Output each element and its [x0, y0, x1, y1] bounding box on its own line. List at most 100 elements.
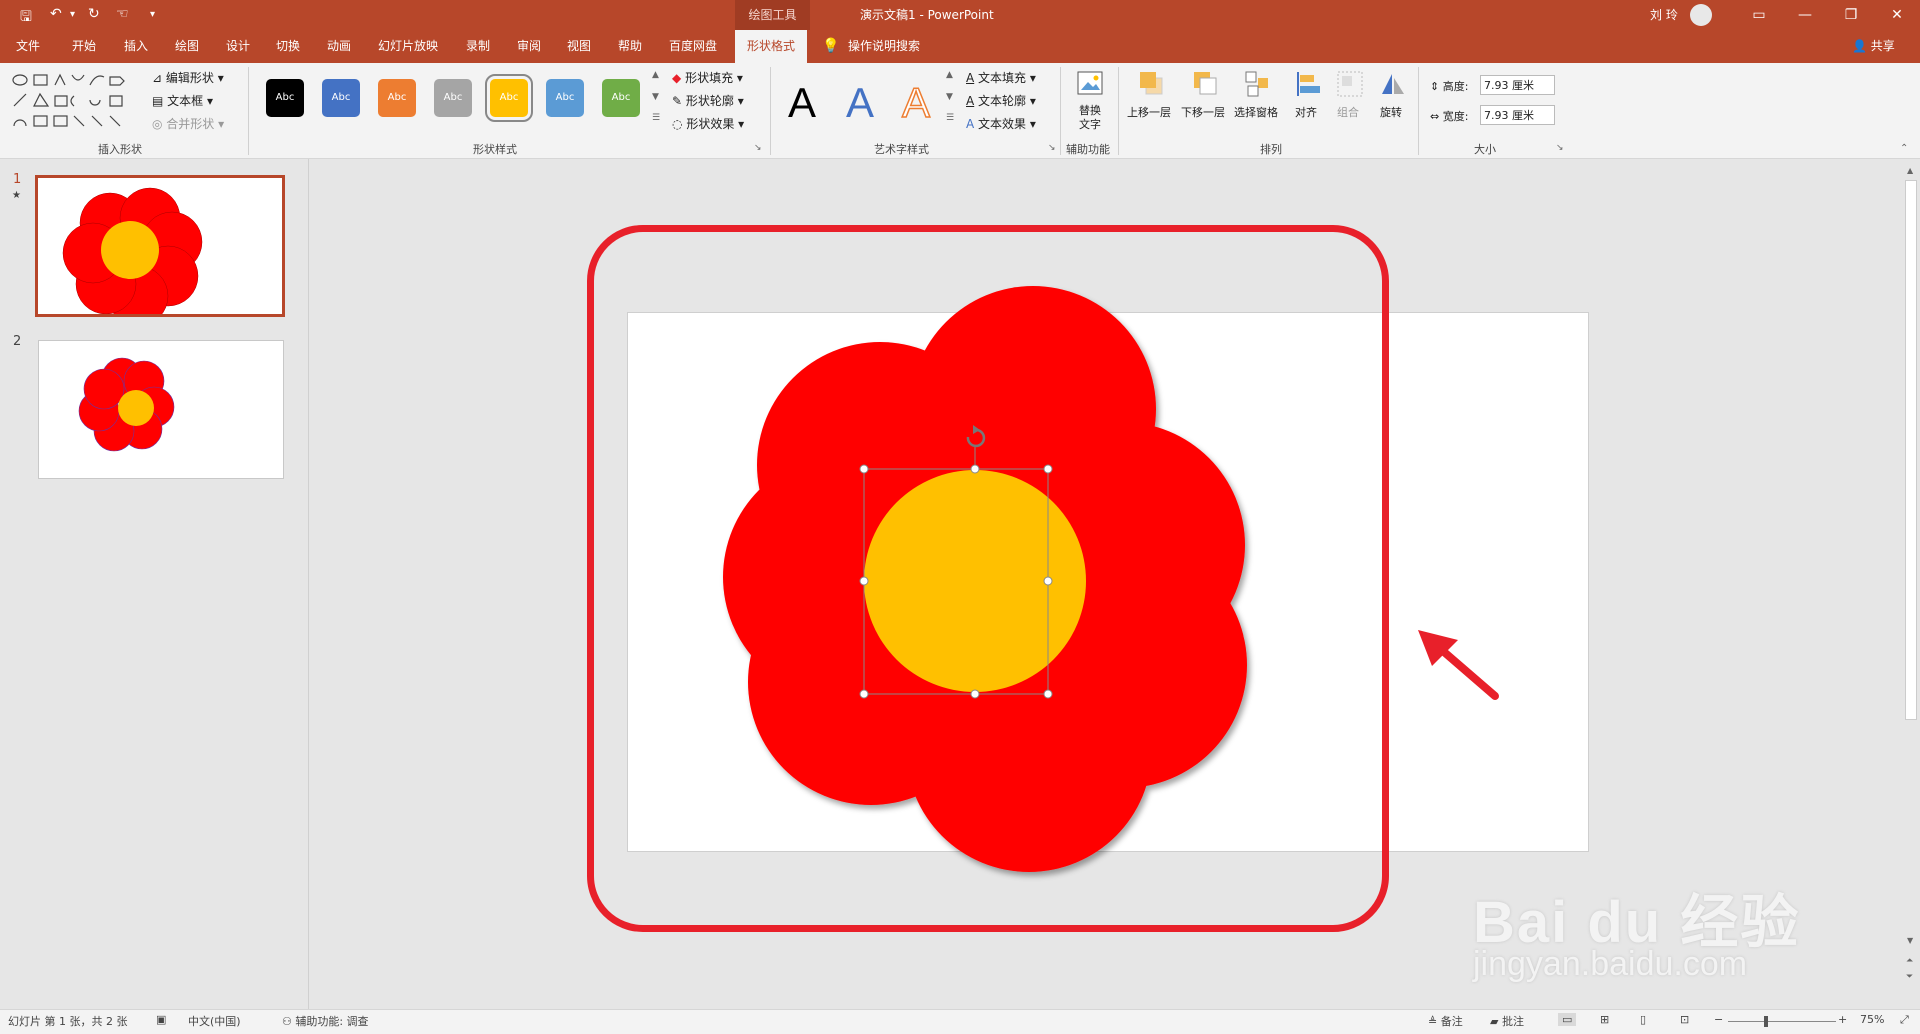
selection-pane-icon[interactable] — [1244, 70, 1272, 98]
reading-view-icon[interactable]: ▯ — [1640, 1013, 1646, 1026]
merge-shapes-button[interactable]: ◎ 合并形状 ▾ — [152, 115, 224, 132]
scroll-up-icon[interactable]: ▲ — [1907, 166, 1913, 175]
height-label-text: 高度: — [1442, 80, 1469, 93]
undo-icon[interactable]: ↶ — [50, 6, 62, 22]
language-indicator[interactable]: 中文(中国) — [188, 1013, 241, 1029]
vertical-scrollbar[interactable]: ▲ ▼ ⏶ ⏷ — [1902, 160, 1920, 1008]
text-box-button[interactable]: ▤ 文本框 ▾ — [152, 92, 213, 109]
notes-button[interactable]: ≜ 备注 — [1428, 1013, 1463, 1029]
bring-forward-label[interactable]: 上移一层 — [1127, 104, 1171, 120]
wordart-style-black[interactable]: A — [788, 80, 816, 126]
tab-transitions[interactable]: 切换 — [276, 30, 300, 63]
minimize-icon[interactable]: — — [1782, 0, 1828, 30]
prev-slide-icon[interactable]: ⏶ — [1906, 956, 1913, 966]
slideshow-icon[interactable]: ⊡ — [1680, 1013, 1689, 1026]
shape-style-lightblue[interactable]: Abc — [546, 79, 584, 117]
wordart-dialog-launcher-icon[interactable]: ↘ — [1048, 143, 1056, 153]
tab-review[interactable]: 审阅 — [517, 30, 541, 63]
undo-dropdown-icon[interactable]: ▾ — [70, 9, 75, 20]
spellcheck-icon[interactable]: ▣ — [156, 1013, 166, 1026]
tab-file[interactable]: 文件 — [16, 30, 40, 63]
gallery-more-icon[interactable]: ☰ — [652, 113, 660, 123]
slide-thumbnail-1[interactable] — [35, 175, 285, 317]
touch-mode-icon[interactable]: ☜ — [116, 6, 129, 22]
group-label[interactable]: 组合 — [1337, 104, 1359, 120]
tab-insert[interactable]: 插入 — [124, 30, 148, 63]
align-label[interactable]: 对齐 — [1295, 104, 1317, 120]
shape-effects-button[interactable]: ◌ 形状效果 ▾ — [672, 115, 744, 132]
width-input[interactable]: 7.93 厘米 — [1480, 105, 1555, 125]
rotate-icon[interactable] — [1378, 70, 1406, 98]
height-input[interactable]: 7.93 厘米 — [1480, 75, 1555, 95]
slide-thumbnail-2[interactable] — [38, 340, 284, 479]
wordart-gallery-up-icon[interactable]: ▲ — [946, 70, 953, 80]
tab-view[interactable]: 视图 — [567, 30, 591, 63]
wordart-gallery-more-icon[interactable]: ☰ — [946, 113, 954, 123]
group-icon[interactable] — [1336, 70, 1364, 98]
comments-button[interactable]: ▰ 批注 — [1490, 1013, 1524, 1029]
send-backward-icon[interactable] — [1192, 70, 1220, 98]
fit-slide-icon[interactable]: ⤢ — [1900, 1013, 1909, 1027]
shape-fill-button[interactable]: ◆ 形状填充 ▾ — [672, 69, 743, 86]
text-effects-button[interactable]: A 文本效果 ▾ — [966, 115, 1036, 132]
rotate-label[interactable]: 旋转 — [1380, 104, 1402, 120]
send-backward-label[interactable]: 下移一层 — [1181, 104, 1225, 120]
ribbon-display-options-icon[interactable]: ▭ — [1736, 0, 1782, 30]
shape-gallery[interactable] — [10, 70, 140, 132]
bring-forward-icon[interactable] — [1138, 70, 1166, 98]
shape-outline-button[interactable]: ✎ 形状轮廓 ▾ — [672, 92, 744, 109]
customize-toolbar-icon[interactable]: ▾ — [150, 9, 155, 20]
tab-shape-format[interactable]: 形状格式 — [735, 30, 808, 63]
size-dialog-launcher-icon[interactable]: ↘ — [1556, 143, 1564, 153]
shape-style-blue[interactable]: Abc — [322, 79, 360, 117]
scroll-thumb[interactable] — [1905, 180, 1917, 720]
next-slide-icon[interactable]: ⏷ — [1906, 972, 1913, 982]
tab-slideshow[interactable]: 幻灯片放映 — [378, 30, 438, 63]
tab-animations[interactable]: 动画 — [327, 30, 351, 63]
restore-icon[interactable]: ❐ — [1828, 0, 1874, 30]
edit-shape-button[interactable]: ⊿ 编辑形状 ▾ — [152, 69, 224, 86]
close-icon[interactable]: ✕ — [1874, 0, 1920, 30]
shape-style-gold-selected[interactable]: Abc — [485, 74, 533, 122]
accessibility-status[interactable]: ⚇ 辅助功能: 调查 — [282, 1013, 369, 1029]
share-button[interactable]: 👤 共享 — [1852, 30, 1895, 63]
tell-me-search[interactable]: 操作说明搜索 — [848, 30, 920, 63]
group-label-accessibility: 辅助功能 — [1066, 143, 1110, 156]
slide-sorter-icon[interactable]: ⊞ — [1600, 1013, 1609, 1026]
zoom-slider[interactable] — [1728, 1021, 1836, 1022]
dialog-launcher-icon[interactable]: ↘ — [754, 143, 762, 153]
tab-draw[interactable]: 绘图 — [175, 30, 199, 63]
gallery-down-icon[interactable]: ▼ — [652, 92, 659, 102]
selection-pane-label[interactable]: 选择窗格 — [1234, 104, 1278, 120]
shape-style-orange[interactable]: Abc — [378, 79, 416, 117]
scroll-down-icon[interactable]: ▼ — [1907, 936, 1913, 945]
shape-style-gray[interactable]: Abc — [434, 79, 472, 117]
zoom-in-icon[interactable]: + — [1838, 1013, 1847, 1026]
redo-icon[interactable]: ↻ — [88, 6, 100, 22]
zoom-out-icon[interactable]: − — [1714, 1013, 1723, 1026]
wordart-style-blue[interactable]: A — [846, 80, 874, 126]
zoom-level[interactable]: 75% — [1860, 1013, 1884, 1026]
user-name[interactable]: 刘 玲 — [1650, 0, 1678, 30]
avatar[interactable] — [1690, 4, 1712, 26]
text-fill-button[interactable]: A 文本填充 ▾ — [966, 69, 1036, 86]
tab-design[interactable]: 设计 — [226, 30, 250, 63]
alt-text-label-line2[interactable]: 文字 — [1079, 116, 1101, 132]
wordart-style-orange-outline[interactable]: A — [901, 79, 931, 127]
tab-baidu-netdisk[interactable]: 百度网盘 — [669, 30, 717, 63]
save-icon[interactable]: 🖫 — [20, 6, 32, 30]
zoom-slider-thumb[interactable] — [1764, 1016, 1768, 1027]
shape-style-green[interactable]: Abc — [602, 79, 640, 117]
wordart-gallery-down-icon[interactable]: ▼ — [946, 92, 953, 102]
alt-text-icon[interactable] — [1076, 70, 1104, 98]
align-icon[interactable] — [1294, 70, 1322, 98]
gallery-up-icon[interactable]: ▲ — [652, 70, 659, 80]
notes-label: 备注 — [1440, 1015, 1463, 1028]
normal-view-icon[interactable]: ▭ — [1558, 1013, 1577, 1026]
text-outline-button[interactable]: A 文本轮廓 ▾ — [966, 92, 1036, 109]
tab-home[interactable]: 开始 — [72, 30, 96, 63]
shape-style-black[interactable]: Abc — [266, 79, 304, 117]
tab-record[interactable]: 录制 — [466, 30, 490, 63]
tab-help[interactable]: 帮助 — [618, 30, 642, 63]
collapse-ribbon-icon[interactable]: ⌃ — [1900, 143, 1908, 154]
